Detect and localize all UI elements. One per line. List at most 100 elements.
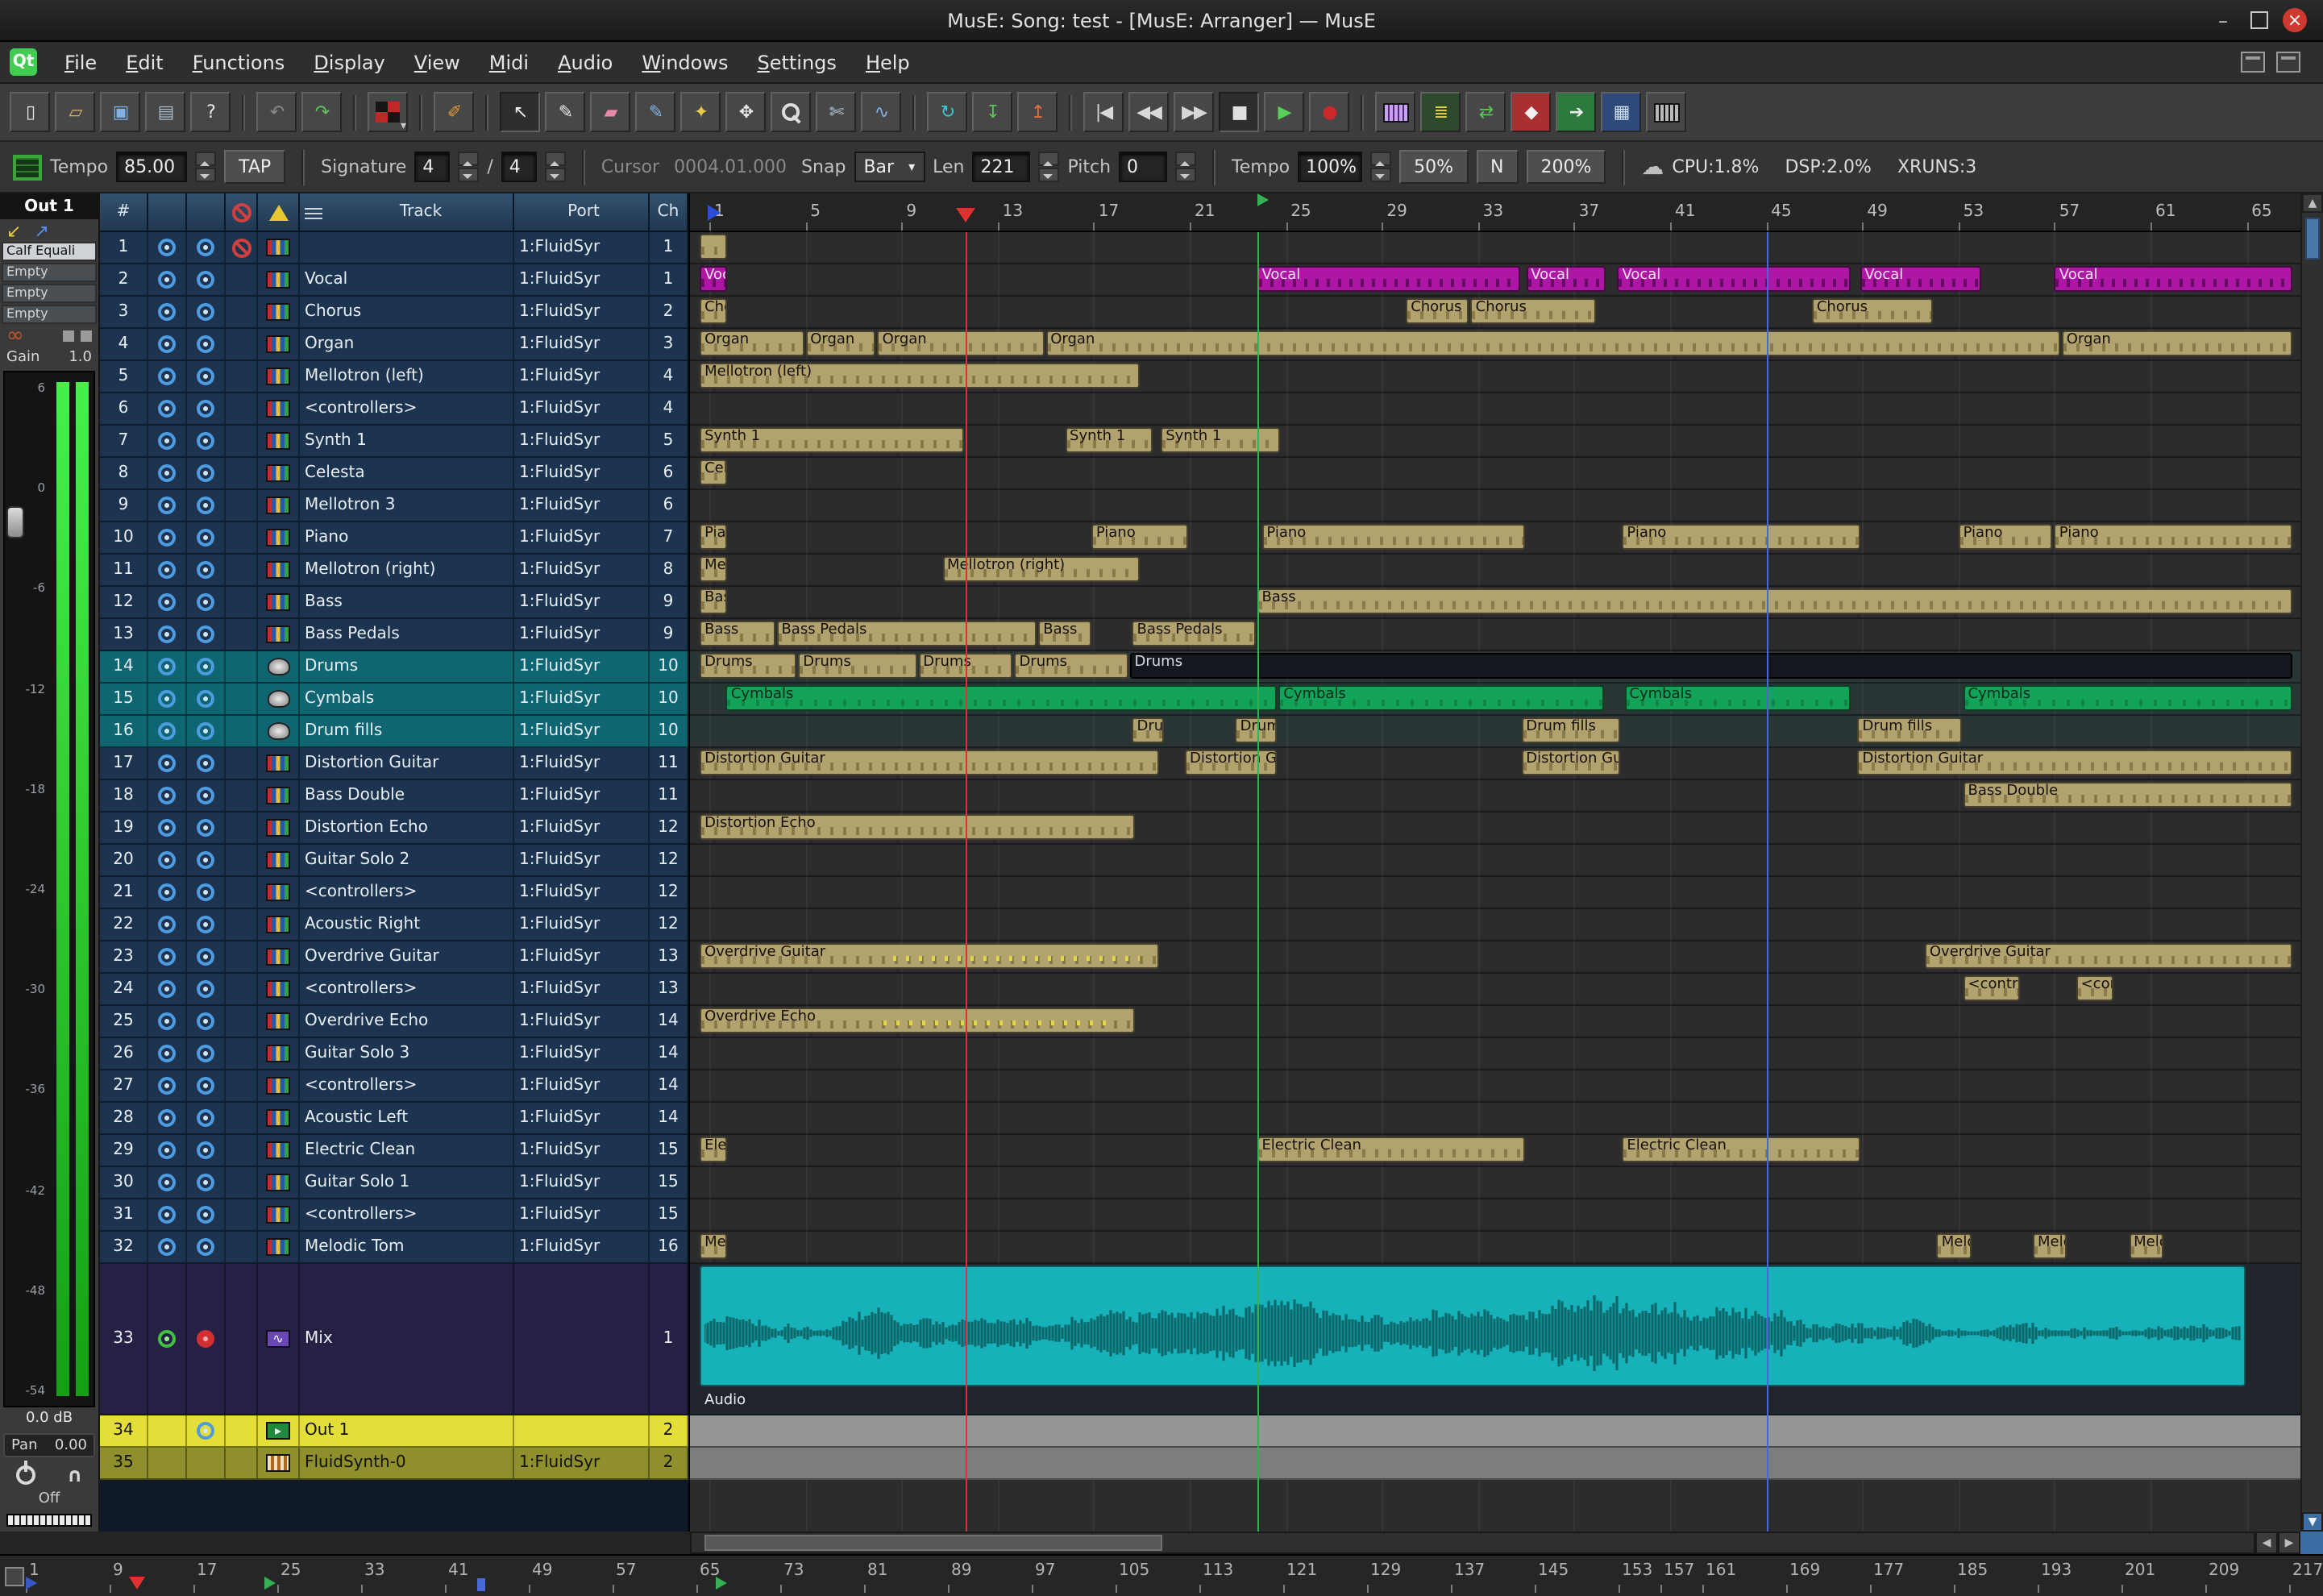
track-name[interactable]: Out 1 — [300, 1415, 514, 1446]
marker-window-button[interactable]: ◆ — [1511, 92, 1551, 132]
undo-button[interactable]: ↶ — [256, 92, 297, 132]
close-button[interactable]: × — [2283, 8, 2307, 32]
track-row[interactable]: 26Guitar Solo 31:FluidSyr14 — [100, 1038, 688, 1070]
record-arm-cell[interactable] — [148, 458, 187, 488]
track-row[interactable]: 24<controllers>1:FluidSyr13 — [100, 974, 688, 1006]
pan-knob[interactable]: Pan 0.00 — [3, 1433, 95, 1457]
part-clip[interactable]: Electric Clean — [700, 1137, 727, 1162]
track-channel[interactable]: 12 — [650, 813, 688, 843]
mute-cell[interactable] — [187, 1167, 226, 1198]
track-port[interactable]: 1:FluidSyr — [514, 329, 650, 360]
len-spinner[interactable] — [1038, 152, 1059, 182]
record-arm-cell[interactable] — [148, 264, 187, 295]
mute-cell[interactable] — [187, 1415, 226, 1446]
part-clip[interactable]: Mellotron (right) — [700, 556, 727, 582]
part-clip[interactable]: Overdrive Echo — [700, 1008, 1135, 1033]
pointer-tool-button[interactable]: ↖ — [500, 92, 540, 132]
track-port[interactable] — [514, 1264, 650, 1414]
track-row[interactable]: 31<controllers>1:FluidSyr15 — [100, 1199, 688, 1232]
record-arm-cell[interactable] — [148, 1232, 187, 1262]
record-arm-cell[interactable] — [148, 651, 187, 682]
mute-cell[interactable] — [187, 748, 226, 779]
midi-transform-window-button[interactable]: ▦ — [1601, 92, 1641, 132]
track-row[interactable]: 3Chorus1:FluidSyr2 — [100, 297, 688, 329]
mute-cell[interactable] — [187, 393, 226, 424]
part-clip[interactable]: Drum fills — [1132, 717, 1164, 743]
track-port[interactable]: 1:FluidSyr — [514, 845, 650, 875]
track-channel[interactable]: 5 — [650, 426, 688, 456]
output-route-icon[interactable]: ↗ — [34, 220, 48, 241]
track-lane[interactable] — [690, 232, 2300, 264]
record-arm-cell[interactable] — [148, 1038, 187, 1069]
track-name[interactable]: Mellotron 3 — [300, 490, 514, 521]
part-clip[interactable]: Celesta — [700, 459, 727, 485]
track-row[interactable]: 14Drums1:FluidSyr10 — [100, 651, 688, 684]
track-row[interactable]: 33∿Mix1 — [100, 1264, 688, 1415]
track-name[interactable]: Guitar Solo 3 — [300, 1038, 514, 1069]
redo-button[interactable]: ↷ — [301, 92, 342, 132]
record-arm-cell[interactable] — [148, 329, 187, 360]
track-port[interactable]: 1:FluidSyr — [514, 1103, 650, 1133]
overview-playhead-icon[interactable] — [129, 1577, 145, 1590]
part-clip[interactable]: Drums — [1130, 653, 2293, 679]
open-file-button[interactable]: ▱ — [55, 92, 95, 132]
tempo-spinner[interactable] — [195, 152, 216, 182]
track-port[interactable]: 1:FluidSyr — [514, 716, 650, 746]
part-clip[interactable]: Organ — [1045, 330, 2060, 356]
automation-mode[interactable]: Off — [0, 1491, 98, 1512]
track-lane[interactable]: Overdrive Echo — [690, 1006, 2300, 1038]
rewind-button[interactable]: ◀◀ — [1128, 92, 1169, 132]
track-lane[interactable]: BassBass — [690, 587, 2300, 619]
track-lane[interactable]: Distortion Echo — [690, 813, 2300, 845]
rack-slot[interactable]: Calf Equali — [2, 242, 97, 261]
track-channel[interactable]: 4 — [650, 361, 688, 392]
record-arm-cell[interactable] — [148, 909, 187, 940]
part-clip[interactable]: Vocal — [700, 266, 727, 292]
record-arm-cell[interactable] — [148, 1135, 187, 1166]
track-channel[interactable]: 2 — [650, 297, 688, 327]
line-draw-tool-button[interactable]: ✎ — [635, 92, 675, 132]
part-clip[interactable]: Vocal — [1526, 266, 1606, 292]
mute-cell[interactable] — [187, 1135, 226, 1166]
track-port[interactable]: 1:FluidSyr — [514, 426, 650, 456]
track-channel[interactable]: 3 — [650, 329, 688, 360]
zoom-tool-button[interactable] — [771, 92, 811, 132]
track-name[interactable]: <controllers> — [300, 393, 514, 424]
track-lane[interactable] — [690, 845, 2300, 877]
input-route-icon[interactable]: ↙ — [6, 220, 21, 241]
track-channel[interactable]: 13 — [650, 941, 688, 972]
track-channel[interactable]: 6 — [650, 458, 688, 488]
record-arm-cell[interactable] — [148, 619, 187, 650]
pencil-tool-button[interactable]: ✎ — [545, 92, 585, 132]
part-clip[interactable]: Piano — [2055, 524, 2293, 550]
part-clip[interactable]: Bass Pedals — [776, 621, 1037, 646]
record-arm-cell[interactable] — [148, 1415, 187, 1446]
power-icon[interactable] — [16, 1465, 35, 1485]
punch-out-button[interactable]: ↥ — [1017, 92, 1058, 132]
track-lane[interactable] — [690, 1199, 2300, 1232]
track-name[interactable]: Guitar Solo 2 — [300, 845, 514, 875]
track-port[interactable]: 1:FluidSyr — [514, 297, 650, 327]
track-channel[interactable]: 13 — [650, 974, 688, 1004]
menu-midi[interactable]: Midi — [475, 46, 543, 78]
track-row[interactable]: 8Celesta1:FluidSyr6 — [100, 458, 688, 490]
track-lane[interactable]: Melodic TomMelodic TomMelodic TomMelodic… — [690, 1232, 2300, 1264]
mute-cell[interactable] — [187, 458, 226, 488]
part-clip[interactable] — [700, 1266, 2245, 1386]
track-name[interactable]: Distortion Echo — [300, 813, 514, 843]
mute-cell[interactable] — [187, 941, 226, 972]
record-button[interactable]: ● — [1309, 92, 1349, 132]
mute-cell[interactable] — [187, 716, 226, 746]
track-port[interactable]: 1:FluidSyr — [514, 1070, 650, 1101]
part-clip[interactable]: Drums — [700, 653, 796, 679]
stretch-tool-button[interactable]: ∿ — [861, 92, 901, 132]
track-channel[interactable]: 11 — [650, 780, 688, 811]
restore-subwindow-icon[interactable] — [2241, 52, 2265, 73]
record-arm-cell[interactable] — [148, 297, 187, 327]
track-name[interactable]: Acoustic Right — [300, 909, 514, 940]
track-port[interactable]: 1:FluidSyr — [514, 490, 650, 521]
part-clip[interactable]: Electric Clean — [1622, 1137, 1860, 1162]
menu-file[interactable]: File — [50, 46, 111, 78]
track-port[interactable]: 1:FluidSyr — [514, 1167, 650, 1198]
track-row[interactable]: 4Organ1:FluidSyr3 — [100, 329, 688, 361]
